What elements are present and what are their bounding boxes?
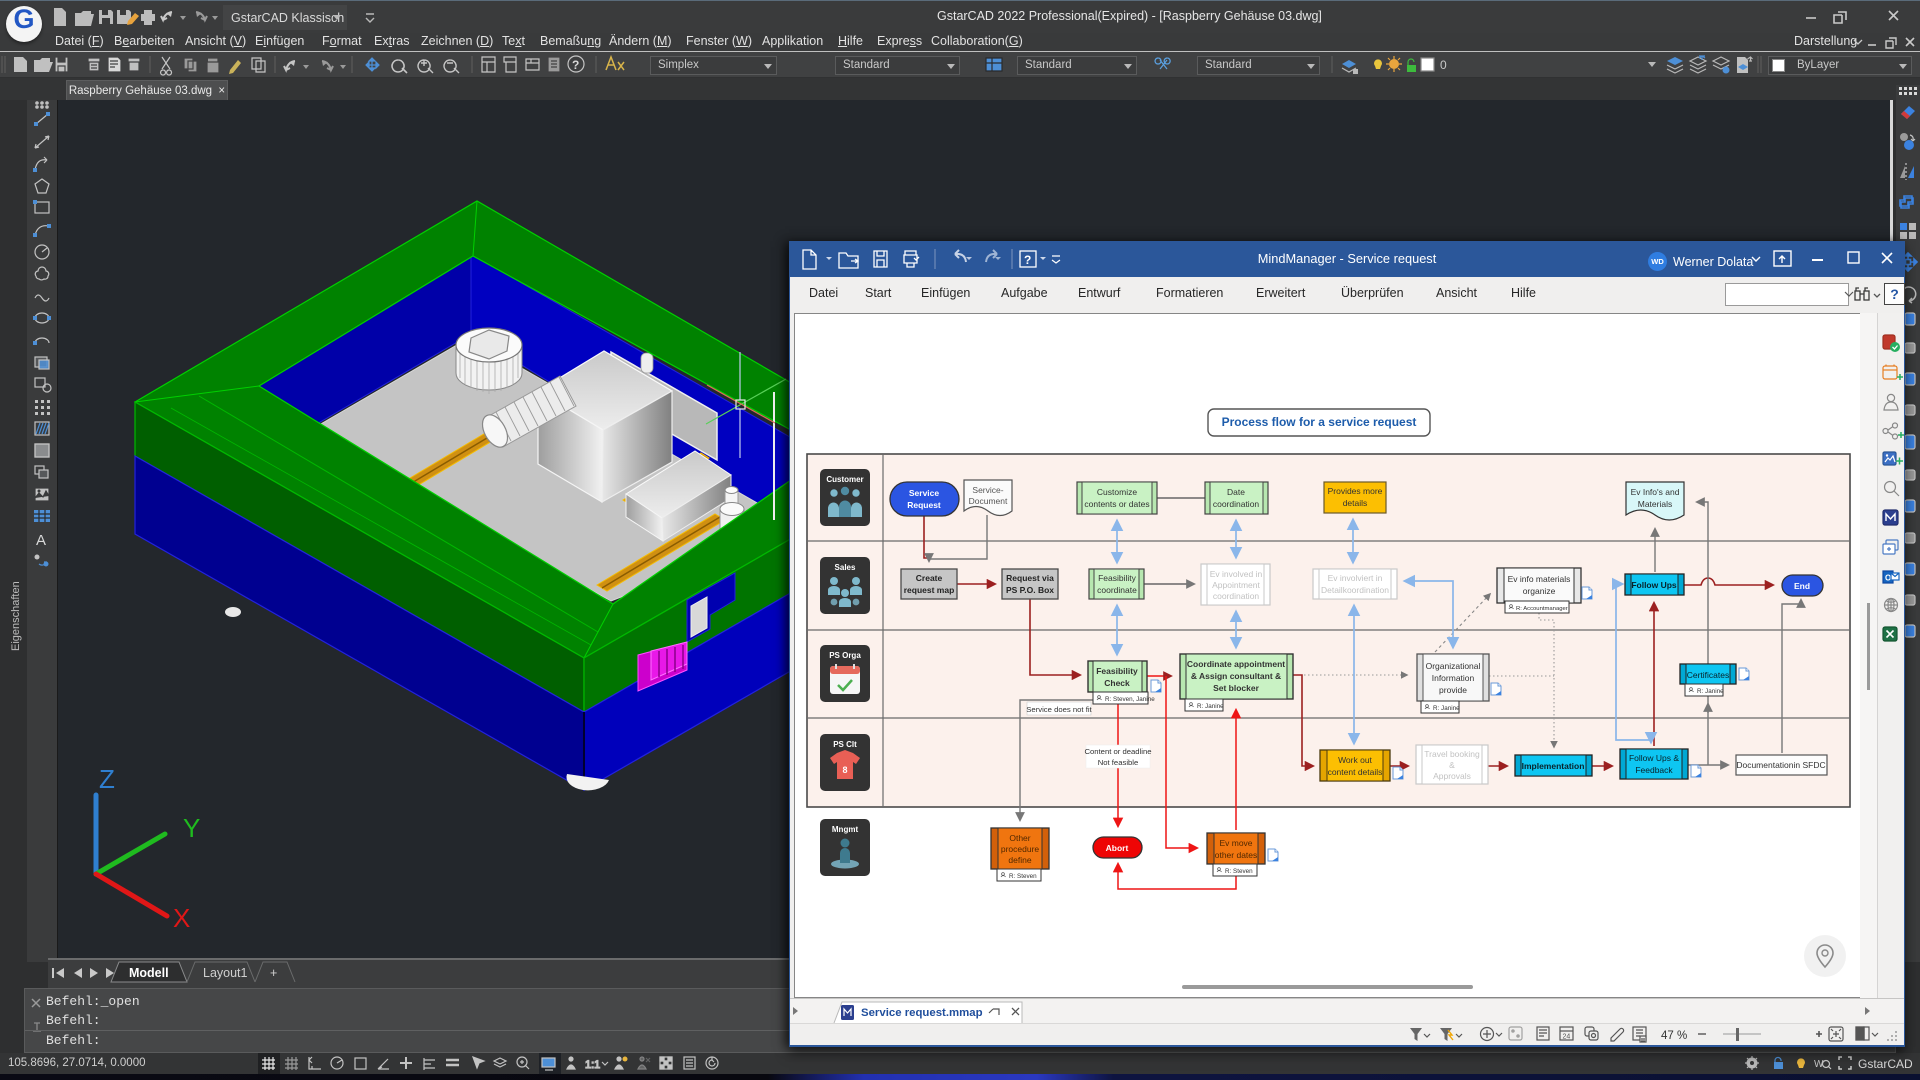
svg-text:Request via: Request via	[1006, 573, 1054, 583]
svg-text:Work out: Work out	[1338, 755, 1372, 765]
svg-text:coordination: coordination	[1213, 591, 1260, 601]
svg-text:47 %: 47 %	[1661, 1030, 1687, 1042]
svg-text:details: details	[1343, 498, 1368, 508]
svg-text:Y: Y	[183, 813, 200, 843]
svg-text:Sales: Sales	[835, 563, 856, 572]
svg-text:Process flow for a service req: Process flow for a service request	[1222, 415, 1417, 429]
svg-text:GstarCAD: GstarCAD	[1858, 1057, 1913, 1071]
svg-text:Implementation: Implementation	[1522, 761, 1585, 771]
svg-text:Follow Ups: Follow Ups	[1631, 580, 1677, 590]
svg-text:Ev involviert in: Ev involviert in	[1328, 573, 1383, 583]
svg-text:R: Janine: R: Janine	[1433, 705, 1460, 712]
svg-text:Service: Service	[909, 488, 940, 498]
svg-text:Appointment: Appointment	[1212, 580, 1260, 590]
svg-text:Not feasible: Not feasible	[1098, 758, 1139, 767]
svg-text:Abort: Abort	[1106, 843, 1129, 853]
svg-text:Layout1: Layout1	[203, 966, 248, 980]
svg-text:Document: Document	[969, 496, 1008, 506]
svg-text:Certificates: Certificates	[1687, 670, 1730, 680]
svg-text:procedure: procedure	[1001, 844, 1040, 854]
svg-text:R: Accountmanager: R: Accountmanager	[1516, 606, 1568, 612]
svg-text:1:1: 1:1	[585, 1059, 600, 1071]
svg-text:X: X	[173, 903, 190, 933]
svg-text:define: define	[1008, 855, 1031, 865]
svg-text:Approvals: Approvals	[1433, 771, 1471, 781]
svg-text:Content or deadline: Content or deadline	[1084, 747, 1151, 756]
svg-text:Feasibility: Feasibility	[1098, 573, 1137, 583]
svg-text:Coordinate appointment: Coordinate appointment	[1187, 659, 1285, 669]
svg-text:Ev Info's and: Ev Info's and	[1631, 487, 1680, 497]
svg-text:Other: Other	[1009, 833, 1030, 843]
svg-text:other dates: other dates	[1215, 850, 1258, 860]
svg-text:request map: request map	[904, 585, 955, 595]
svg-text:organize: organize	[1523, 586, 1556, 596]
svg-text:Detailkoordination: Detailkoordination	[1321, 585, 1389, 595]
svg-text:R: Steven: R: Steven	[1009, 873, 1037, 880]
svg-text:Z: Z	[99, 764, 115, 794]
svg-text:Create: Create	[916, 573, 943, 583]
svg-text:content details: content details	[1328, 767, 1383, 777]
svg-text:R: Steven, Janine: R: Steven, Janine	[1105, 696, 1155, 703]
svg-text:R: Janine: R: Janine	[1697, 688, 1724, 695]
svg-text:PS P.O. Box: PS P.O. Box	[1006, 585, 1054, 595]
svg-text:contents or dates: contents or dates	[1084, 499, 1149, 509]
svg-text:provide: provide	[1439, 685, 1467, 695]
svg-text:coordination: coordination	[1213, 499, 1260, 509]
svg-text:Feedback: Feedback	[1635, 765, 1673, 775]
svg-text:PS Clt: PS Clt	[833, 740, 857, 749]
svg-text:?: ?	[572, 58, 579, 72]
svg-text:+: +	[270, 966, 277, 980]
svg-text:Set blocker: Set blocker	[1213, 683, 1260, 693]
svg-text:Customer: Customer	[826, 475, 863, 484]
svg-text:Ev move: Ev move	[1219, 838, 1252, 848]
svg-text:Customize: Customize	[1097, 487, 1137, 497]
svg-text:R: Steven: R: Steven	[1225, 868, 1253, 875]
svg-text:& Assign consultant &: & Assign consultant &	[1191, 671, 1281, 681]
svg-text:A: A	[36, 532, 46, 549]
svg-text:Follow Ups &: Follow Ups &	[1629, 753, 1679, 763]
svg-text:Information: Information	[1432, 673, 1475, 683]
svg-text:Modell: Modell	[129, 966, 169, 980]
svg-text:Service does not fit: Service does not fit	[1026, 705, 1092, 714]
svg-text:PS Orga: PS Orga	[829, 651, 861, 660]
svg-text:GstarCAD Klassisch: GstarCAD Klassisch	[231, 11, 344, 25]
svg-text:Ev info materials: Ev info materials	[1508, 574, 1571, 584]
svg-text:End: End	[1794, 581, 1810, 591]
svg-text:8: 8	[842, 765, 847, 775]
svg-text:O: O	[1885, 574, 1891, 583]
svg-text:Documentationin SFDC: Documentationin SFDC	[1736, 760, 1825, 770]
svg-text:Service request.mmap: Service request.mmap	[861, 1007, 983, 1019]
svg-text:Service-: Service-	[972, 485, 1003, 495]
svg-text:Materials: Materials	[1638, 499, 1672, 509]
svg-text:Date: Date	[1227, 487, 1245, 497]
svg-text:Request: Request	[907, 500, 941, 510]
svg-text:R: Janine: R: Janine	[1197, 703, 1224, 710]
svg-text:Ev involved in: Ev involved in	[1210, 569, 1263, 579]
svg-text:Travel booking: Travel booking	[1424, 749, 1480, 759]
svg-text:coordinate: coordinate	[1097, 585, 1137, 595]
svg-text:Mngmt: Mngmt	[832, 825, 859, 834]
svg-text:Organizational: Organizational	[1426, 661, 1481, 671]
svg-text:Check: Check	[1104, 678, 1130, 688]
svg-text:Provides more: Provides more	[1328, 486, 1383, 496]
svg-text:&: &	[1449, 760, 1455, 770]
svg-text:24: 24	[1563, 1034, 1571, 1041]
svg-text:Feasibility: Feasibility	[1096, 666, 1138, 676]
